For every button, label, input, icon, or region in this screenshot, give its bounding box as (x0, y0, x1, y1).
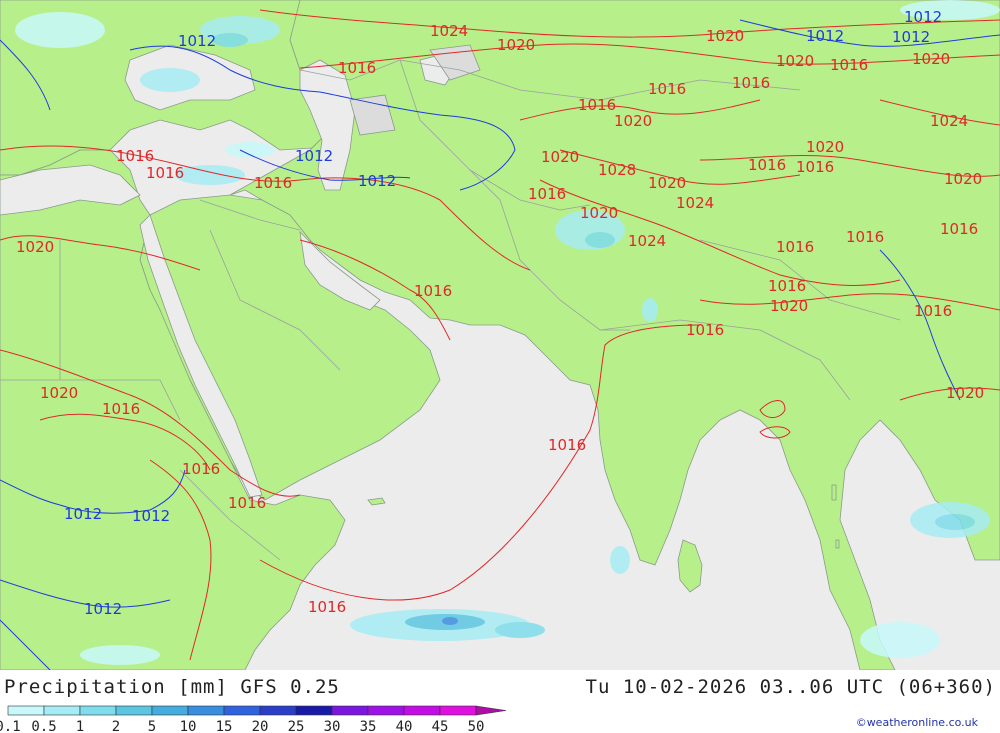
legend-label: 15 (216, 719, 233, 733)
isobar-label: 1020 (648, 174, 686, 192)
legend-label: 45 (432, 719, 449, 733)
credit-link[interactable]: ©weatheronline.co.uk (856, 716, 978, 729)
isobar-label: 1016 (686, 321, 724, 339)
isobar-label: 1020 (16, 238, 54, 256)
isobar-label: 1012 (132, 507, 170, 525)
isobar-label: 1016 (578, 96, 616, 114)
isobar-label: 1016 (940, 220, 978, 238)
legend-swatch (115, 705, 153, 716)
isobar-label: 1024 (430, 22, 468, 40)
weather-map: 1024 1020 1016 1012 1020 1016 1012 1016 … (0, 0, 1000, 670)
isobar-label: 1012 (295, 147, 333, 165)
isobar-label: 1012 (178, 32, 216, 50)
precipitation-legend: 0.10.5125101520253035404550 (0, 705, 507, 733)
valid-time: Tu 10-02-2026 03..06 UTC (06+360) (585, 676, 996, 698)
isobar-label: 1016 (228, 494, 266, 512)
isobar-label: 1020 (912, 50, 950, 68)
isobar-label: 1016 (116, 147, 154, 165)
isobar-label: 1012 (64, 505, 102, 523)
legend-swatch (7, 705, 45, 716)
legend-swatch (295, 705, 333, 716)
legend-label: 5 (148, 719, 156, 733)
isobar-label: 1024 (930, 112, 968, 130)
isobar-label: 1016 (796, 158, 834, 176)
isobar-label: 1020 (497, 36, 535, 54)
legend-label: 0.5 (31, 719, 56, 733)
legend-swatch (439, 705, 477, 716)
isobar-label: 1020 (946, 384, 984, 402)
legend-swatch (403, 705, 441, 716)
legend-label: 35 (360, 719, 377, 733)
isobar-label: 1012 (806, 27, 844, 45)
isobar-label: 1020 (770, 297, 808, 315)
legend-label: 40 (396, 719, 413, 733)
legend-swatch (187, 705, 225, 716)
legend-swatch (79, 705, 117, 716)
isobar-label: 1028 (598, 161, 636, 179)
isobar-label: 1016 (914, 302, 952, 320)
isobar-label: 1012 (892, 28, 930, 46)
isobar-label: 1016 (846, 228, 884, 246)
legend-swatch (151, 705, 189, 716)
legend-swatch (367, 705, 405, 716)
isobar-label: 1016 (102, 400, 140, 418)
isobar-label: 1016 (182, 460, 220, 478)
isobar-label: 1016 (146, 164, 184, 182)
isobar-label: 1020 (944, 170, 982, 188)
isobar-label: 1016 (414, 282, 452, 300)
isobar-label: 1016 (528, 185, 566, 203)
isobar-label: 1012 (358, 172, 396, 190)
legend-label: 2 (112, 719, 120, 733)
legend-label: 50 (468, 719, 485, 733)
isobar-label: 1012 (904, 8, 942, 26)
isobar-label: 1016 (748, 156, 786, 174)
legend-label: 10 (180, 719, 197, 733)
isobar-label: 1016 (830, 56, 868, 74)
isobar-label: 1016 (308, 598, 346, 616)
isobar-label: 1016 (732, 74, 770, 92)
isobar-label: 1020 (776, 52, 814, 70)
isobar-label: 1016 (338, 59, 376, 77)
isobar-label: 1024 (628, 232, 666, 250)
isobar-label: 1020 (580, 204, 618, 222)
isobar-label: 1016 (648, 80, 686, 98)
legend-arrow (475, 705, 507, 716)
isobar-label: 1016 (768, 277, 806, 295)
legend-label: 1 (76, 719, 84, 733)
legend-swatch (259, 705, 297, 716)
legend-label: 20 (252, 719, 269, 733)
legend-label: 30 (324, 719, 341, 733)
isobar-label: 1020 (40, 384, 78, 402)
isobar-label: 1020 (806, 138, 844, 156)
legend-label: 0.1 (0, 719, 21, 733)
isobar-label: 1016 (254, 174, 292, 192)
isobar-label: 1020 (614, 112, 652, 130)
legend-swatch (331, 705, 369, 716)
isobar-label: 1024 (676, 194, 714, 212)
legend-swatch (43, 705, 81, 716)
map-title: Precipitation [mm] GFS 0.25 (4, 676, 340, 698)
isobar-label: 1012 (84, 600, 122, 618)
legend-swatch (223, 705, 261, 716)
isobar-label: 1016 (776, 238, 814, 256)
isobar-label: 1020 (706, 27, 744, 45)
legend-label: 25 (288, 719, 305, 733)
isobar-label: 1016 (548, 436, 586, 454)
isobar-label: 1020 (541, 148, 579, 166)
